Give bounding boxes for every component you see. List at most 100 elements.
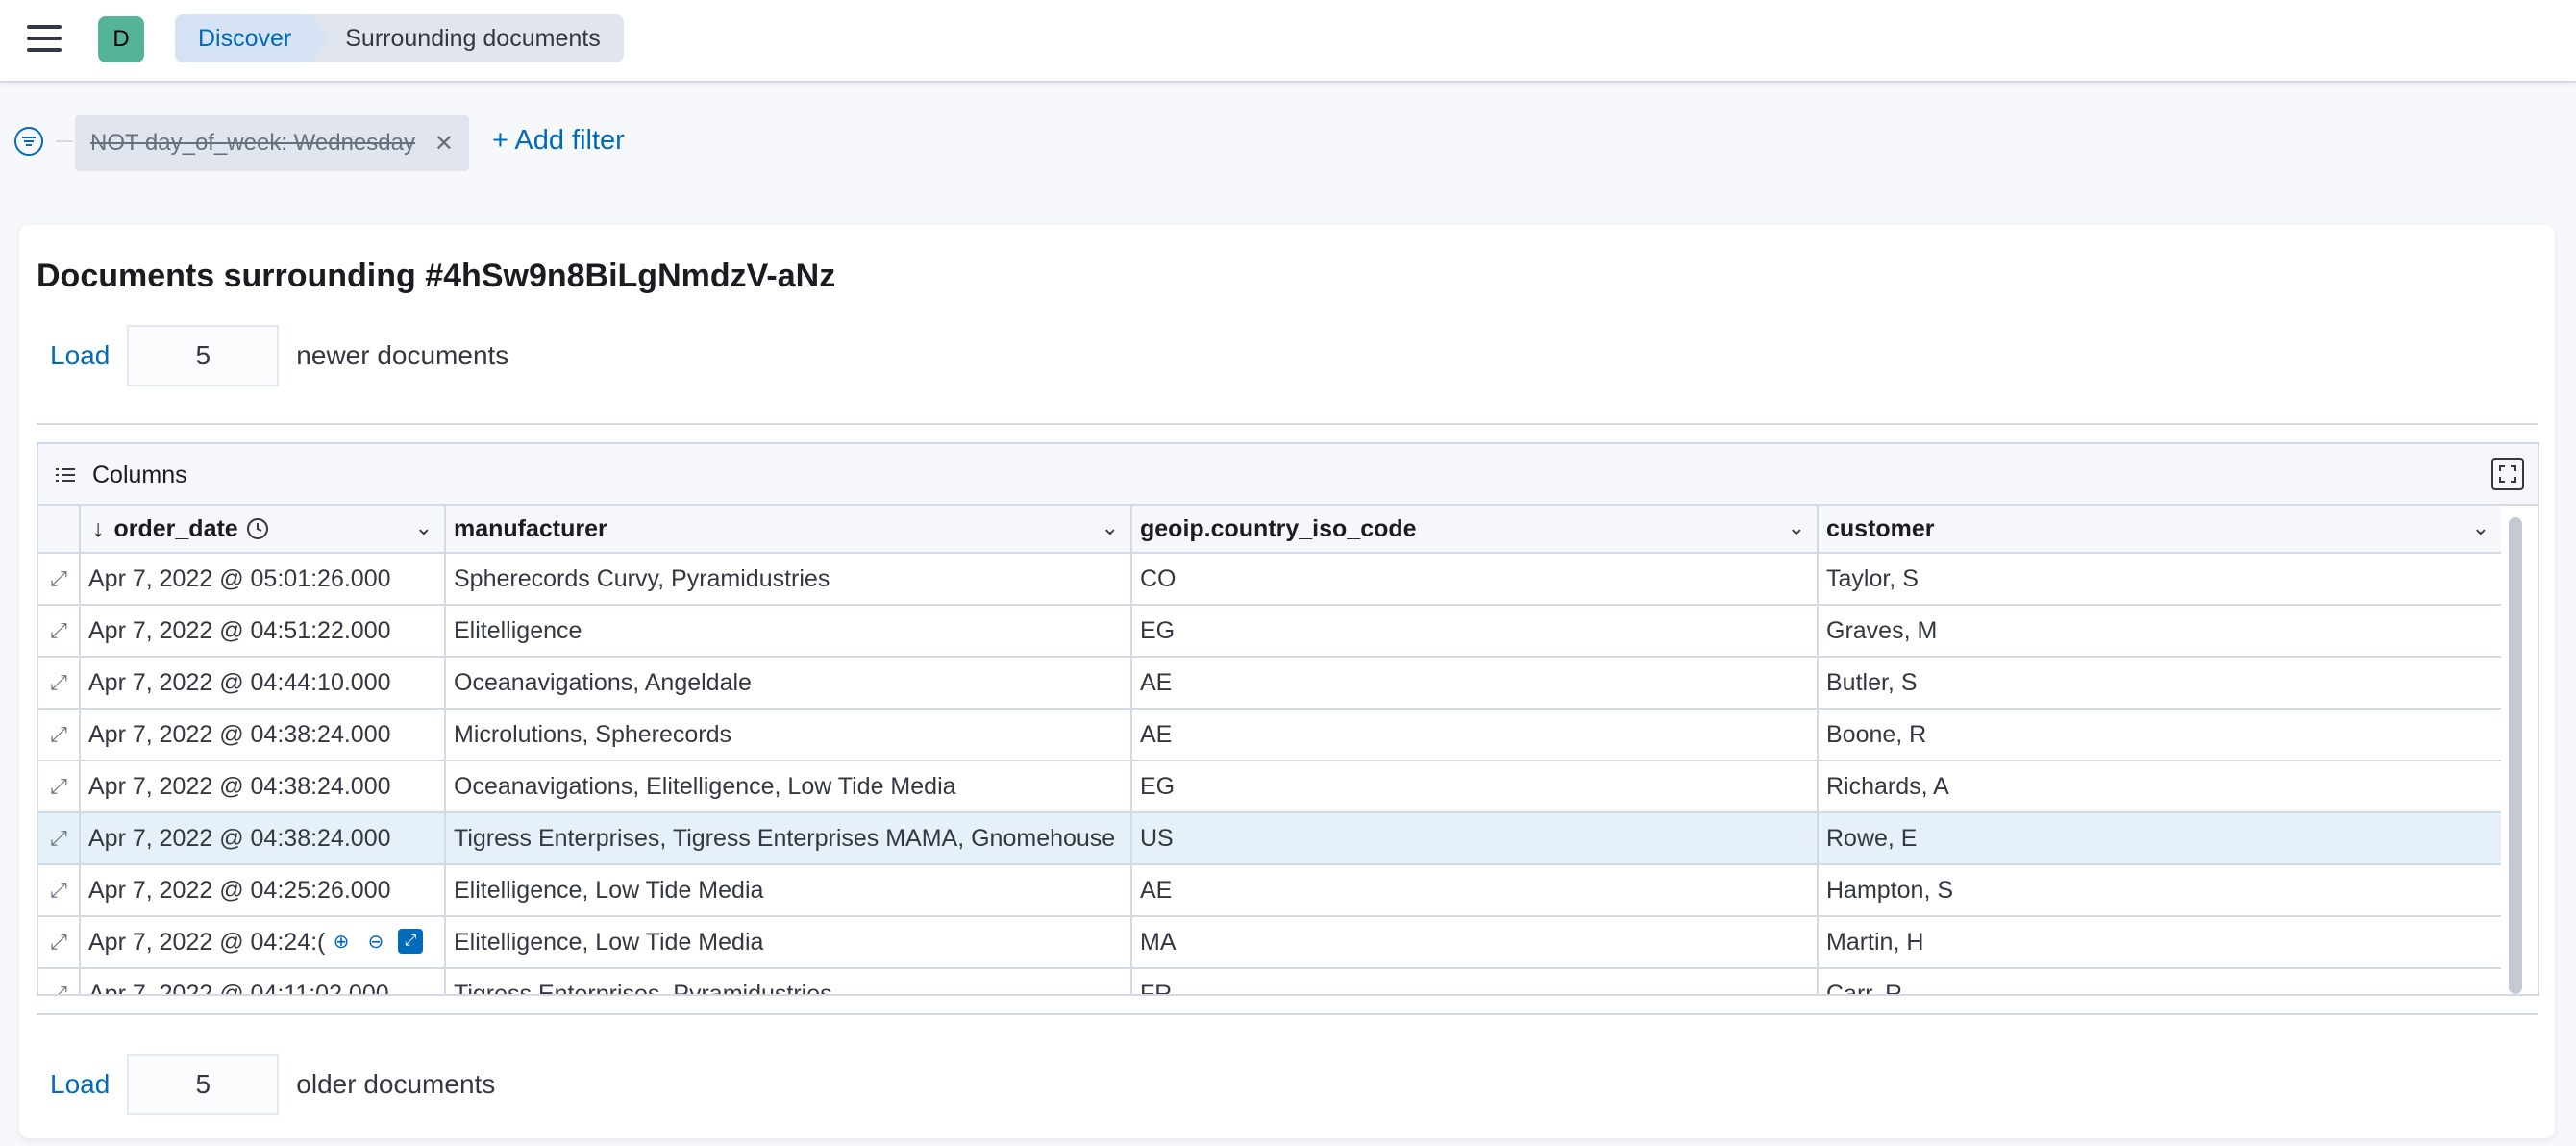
older-count-input[interactable] [127,1054,280,1115]
load-newer-row: Load newer documents [50,325,508,386]
surrounding-documents-panel: Documents surrounding #4hSw9n8BiLgNmdzV-… [19,225,2555,1138]
column-header-label: geoip.country_iso_code [1140,514,1417,542]
expand-row-icon[interactable]: ⤢ [38,969,81,994]
breadcrumb-discover[interactable]: Discover [175,14,329,62]
cell-order-date[interactable]: Apr 7, 2022 @ 04:11:02.000 [81,969,446,994]
table-row: ⤢ Apr 7, 2022 @ 04:44:10.000 Oceanavigat… [38,658,2501,710]
filter-icon[interactable] [13,126,44,157]
cell-customer[interactable]: Martin, H [1819,917,2501,967]
table-row: ⤢ Apr 7, 2022 @ 04:38:24.000 Oceanavigat… [38,761,2501,813]
newer-documents-label: newer documents [296,340,509,370]
cell-manufacturer[interactable]: Elitelligence [446,606,1132,656]
expand-cell-icon[interactable]: ⤢ [398,929,423,954]
column-header-customer[interactable]: customer ⌄ [1819,506,2501,552]
grid-toolbar: Columns [38,444,2538,506]
close-icon[interactable]: ✕ [434,130,454,158]
filter-connector [56,140,73,142]
data-grid: Columns ↓ order_date ⌄ manufacturer ⌄ ge… [37,442,2539,996]
table-row: ⤢ Apr 7, 2022 @ 04:51:22.000 Elitelligen… [38,606,2501,658]
cell-manufacturer[interactable]: Spherecords Curvy, Pyramidustries [446,554,1132,604]
table-row: ⤢ Apr 7, 2022 @ 04:38:24.000 Microlution… [38,710,2501,761]
table-row: ⤢ Apr 7, 2022 @ 05:01:26.000 Spherecords… [38,554,2501,606]
cell-manufacturer[interactable]: Elitelligence, Low Tide Media [446,865,1132,915]
filter-for-value-icon[interactable]: ⊕ [329,929,354,954]
cell-customer[interactable]: Hampton, S [1819,865,2501,915]
cell-customer[interactable]: Carr, R [1819,969,2501,995]
add-filter-button[interactable]: + Add filter [492,125,625,157]
cell-customer[interactable]: Boone, R [1819,710,2501,760]
column-header-country-iso-code[interactable]: geoip.country_iso_code ⌄ [1132,506,1819,552]
breadcrumb-surrounding-documents: Surrounding documents [312,14,624,62]
expand-row-icon[interactable]: ⤢ [38,710,81,760]
chevron-down-icon[interactable]: ⌄ [415,515,433,540]
chevron-down-icon[interactable]: ⌄ [2472,515,2489,540]
column-header-manufacturer[interactable]: manufacturer ⌄ [446,506,1132,552]
newer-count-input[interactable] [127,325,280,386]
column-header-order-date[interactable]: ↓ order_date ⌄ [81,506,446,552]
cell-order-date[interactable]: Apr 7, 2022 @ 04:25:26.000 [81,865,446,915]
expand-row-icon[interactable]: ⤢ [38,917,81,967]
cell-country-iso-code[interactable]: CO [1132,554,1819,604]
cell-country-iso-code[interactable]: EG [1132,761,1819,811]
expand-row-icon[interactable]: ⤢ [38,813,81,863]
cell-order-date[interactable]: Apr 7, 2022 @ 04:38:24.000 [81,710,446,760]
cell-actions: ⊕ ⊖ ⤢ [325,929,423,954]
cell-manufacturer[interactable]: Tigress Enterprises, Tigress Enterprises… [446,813,1132,863]
chevron-down-icon[interactable]: ⌄ [1788,515,1805,540]
grid-body: ⤢ Apr 7, 2022 @ 05:01:26.000 Spherecords… [38,554,2501,995]
list-icon [56,468,75,482]
cell-customer[interactable]: Taylor, S [1819,554,2501,604]
cell-manufacturer[interactable]: Microlutions, Spherecords [446,710,1132,760]
cell-manufacturer[interactable]: Tigress Enterprises, Pyramidustries [446,969,1132,994]
expand-row-icon[interactable]: ⤢ [38,865,81,915]
cell-country-iso-code[interactable]: FR [1132,969,1819,994]
cell-manufacturer[interactable]: Oceanavigations, Elitelligence, Low Tide… [446,761,1132,811]
column-header-label: manufacturer [454,514,607,542]
top-header: D Discover Surrounding documents [0,0,2576,83]
expand-row-icon[interactable]: ⤢ [38,761,81,811]
cell-country-iso-code[interactable]: MA [1132,917,1819,967]
cell-manufacturer[interactable]: Elitelligence, Low Tide Media [446,917,1132,967]
anchor-row: ⤢ Apr 7, 2022 @ 04:38:24.000 Tigress Ent… [38,813,2501,865]
header-control-cell [38,506,81,552]
page-title: Documents surrounding #4hSw9n8BiLgNmdzV-… [37,258,836,294]
cell-country-iso-code[interactable]: AE [1132,658,1819,708]
grid-header-row: ↓ order_date ⌄ manufacturer ⌄ geoip.coun… [38,506,2501,554]
space-avatar[interactable]: D [98,16,144,62]
columns-button[interactable]: Columns [92,461,187,489]
filter-pill-label: NOT day_of_week: Wednesday [90,130,415,156]
sort-down-icon[interactable]: ↓ [92,515,105,543]
expand-row-icon[interactable]: ⤢ [38,658,81,708]
expand-row-icon[interactable]: ⤢ [38,606,81,656]
cell-order-date-text: Apr 7, 2022 @ 04:24:( [88,928,326,956]
cell-manufacturer[interactable]: Oceanavigations, Angeldale [446,658,1132,708]
cell-order-date[interactable]: Apr 7, 2022 @ 04:51:22.000 [81,606,446,656]
cell-customer[interactable]: Graves, M [1819,606,2501,656]
vertical-scrollbar[interactable] [2509,517,2522,994]
clock-icon [246,518,268,539]
cell-order-date[interactable]: Apr 7, 2022 @ 04:38:24.000 [81,761,446,811]
fullscreen-icon[interactable] [2491,458,2524,490]
cell-order-date[interactable]: Apr 7, 2022 @ 04:38:24.000 [81,813,446,863]
expand-row-icon[interactable]: ⤢ [38,554,81,604]
column-header-label: order_date [113,514,238,542]
cell-order-date[interactable]: Apr 7, 2022 @ 04:44:10.000 [81,658,446,708]
chevron-down-icon[interactable]: ⌄ [1102,515,1119,540]
filter-out-value-icon[interactable]: ⊖ [363,929,388,954]
filter-pill[interactable]: NOT day_of_week: Wednesday ✕ [75,115,469,171]
divider [37,423,2538,425]
menu-icon[interactable] [27,25,62,54]
cell-country-iso-code[interactable]: EG [1132,606,1819,656]
cell-customer[interactable]: Richards, A [1819,761,2501,811]
load-older-button[interactable]: Load [50,1069,110,1100]
cell-country-iso-code[interactable]: AE [1132,865,1819,915]
cell-country-iso-code[interactable]: US [1132,813,1819,863]
cell-country-iso-code[interactable]: AE [1132,710,1819,760]
cell-customer[interactable]: Rowe, E [1819,813,2501,863]
column-header-label: customer [1826,514,1935,542]
cell-customer[interactable]: Butler, S [1819,658,2501,708]
cell-order-date[interactable]: Apr 7, 2022 @ 04:24:( ⊕ ⊖ ⤢ [81,917,446,967]
load-newer-button[interactable]: Load [50,340,110,371]
older-documents-label: older documents [296,1069,496,1099]
cell-order-date[interactable]: Apr 7, 2022 @ 05:01:26.000 [81,554,446,604]
